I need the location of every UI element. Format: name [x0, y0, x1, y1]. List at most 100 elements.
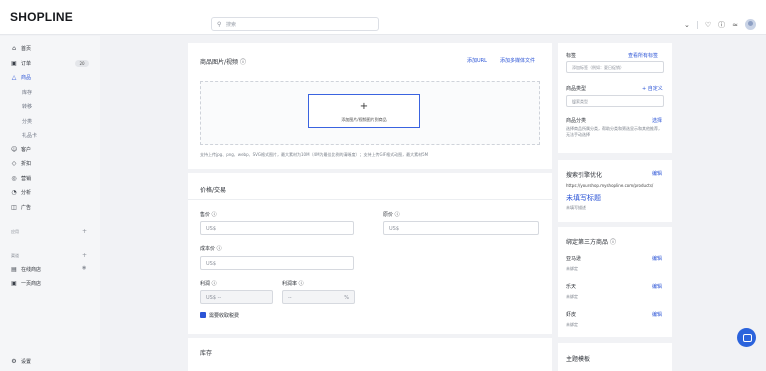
- tags-input[interactable]: 添加标签（例如：夏日促销）: [566, 61, 664, 73]
- third-party-status: 未绑定: [566, 322, 578, 327]
- third-party-name: 乐天: [566, 284, 577, 290]
- add-app-icon[interactable]: +: [82, 228, 87, 235]
- custom-type-link[interactable]: + 自定义: [642, 85, 663, 92]
- store-icon: ▤: [11, 266, 17, 273]
- tax-label: 需要收取税费: [209, 313, 240, 319]
- seo-title: 搜索引擎优化: [566, 172, 603, 179]
- info-icon[interactable]: ⓘ: [299, 281, 304, 287]
- divider: [696, 20, 698, 29]
- chart-icon: ◔: [11, 189, 17, 196]
- select-category-link[interactable]: 选择: [652, 117, 662, 124]
- category-description: 选择商品所属分类，帮助分类和筛选显示和其他推荐，无法手动选择: [566, 126, 662, 137]
- info-icon[interactable]: ⓘ: [212, 281, 217, 287]
- chevron-down-icon[interactable]: ⌄: [684, 21, 690, 29]
- compare-price-input[interactable]: US$: [383, 221, 539, 235]
- page-store-icon: ▣: [11, 280, 17, 287]
- add-multimedia-link[interactable]: 添加多媒体文件: [500, 57, 535, 64]
- home-icon: ⌂: [12, 45, 16, 52]
- profit-input: US$ --: [200, 290, 273, 304]
- orders-badge: 20: [75, 60, 89, 67]
- bell-icon[interactable]: ♡: [705, 21, 711, 29]
- help-icon[interactable]: ⓘ: [718, 20, 725, 30]
- cost-label: 成本价 ⓘ: [200, 246, 222, 252]
- sidebar-item-ads[interactable]: ◫ 广告: [11, 204, 31, 211]
- global-search-input[interactable]: ⚲ 搜索: [211, 17, 379, 31]
- margin-label: 利润率 ⓘ: [282, 281, 304, 287]
- sidebar-item-analytics[interactable]: ◔ 分析: [11, 189, 31, 196]
- third-party-status: 未绑定: [566, 294, 578, 299]
- third-party-name: 虾皮: [566, 312, 577, 318]
- info-icon[interactable]: ⓘ: [217, 246, 222, 252]
- chevron-down-icon: ⌄: [572, 100, 577, 106]
- edit-seo-link[interactable]: 编辑: [652, 170, 662, 177]
- search-icon: ⚲: [217, 21, 222, 28]
- sidebar-item-online-store[interactable]: ▤ 在线商店: [11, 266, 41, 273]
- seo-description: 未填写描述: [566, 205, 586, 210]
- cost-input[interactable]: US$: [200, 256, 354, 270]
- tax-checkbox[interactable]: [200, 312, 206, 318]
- media-title: 商品图片/视频 ⓘ: [200, 59, 246, 66]
- inventory-card: [188, 338, 552, 371]
- eye-icon[interactable]: ◉: [82, 265, 86, 271]
- view-all-tags-link[interactable]: 查看所有标签: [628, 52, 658, 59]
- search-placeholder: 搜索: [226, 22, 237, 28]
- pricing-card: [188, 173, 552, 334]
- product-type-title: 商品类型: [566, 86, 587, 92]
- third-party-status: 未绑定: [566, 266, 578, 271]
- profit-label: 利润 ⓘ: [200, 281, 217, 287]
- sidebar-item-products[interactable]: △ 商品: [11, 74, 31, 81]
- upload-media-button[interactable]: + 添加图片/视频图片到商品: [308, 94, 420, 128]
- price-label: 售价 ⓘ: [200, 212, 217, 218]
- info-icon[interactable]: ⓘ: [240, 59, 246, 66]
- sidebar-item-home[interactable]: ⌂ 首页: [11, 45, 31, 52]
- third-party-title: 绑定第三方商品 ⓘ: [566, 239, 616, 246]
- user-icon: ☺: [11, 146, 18, 153]
- avatar[interactable]: [745, 19, 756, 30]
- top-bar: SHOPLINE ⚲ 搜索 ⌄ ♡ ⓘ ≈: [0, 0, 766, 35]
- tags-title: 标签: [566, 53, 577, 59]
- gear-icon: ⚙: [11, 358, 17, 365]
- compare-price-label: 原价 ⓘ: [383, 212, 400, 218]
- media-hint: 支持上传jpg、png、webp、SVG格式图片，最大素材为10M（4M为最佳比…: [200, 152, 429, 157]
- sidebar-item-page-store[interactable]: ▣ 一页商店: [11, 280, 41, 287]
- sidebar-sub-transfer[interactable]: 转移: [22, 103, 32, 110]
- theme-title: 主题模板: [566, 356, 591, 363]
- tag-icon: ◇: [11, 160, 17, 167]
- pricing-title: 价格/交易: [200, 187, 227, 194]
- price-input[interactable]: US$: [200, 221, 354, 235]
- add-channel-icon[interactable]: +: [82, 252, 87, 259]
- bag-icon: △: [11, 74, 17, 81]
- edit-third-party-link[interactable]: 编辑: [652, 283, 662, 290]
- wifi-icon[interactable]: ≈: [732, 21, 738, 29]
- sidebar-item-marketing[interactable]: ◎ 营销: [11, 175, 31, 182]
- shopline-logo[interactable]: SHOPLINE: [10, 10, 73, 24]
- ad-icon: ◫: [11, 204, 17, 211]
- sidebar-item-discounts[interactable]: ◇ 折扣: [11, 160, 31, 167]
- add-url-link[interactable]: 添加URL: [467, 57, 487, 64]
- order-icon: ▣: [11, 60, 17, 67]
- inventory-title: 库存: [200, 350, 213, 357]
- sidebar-sub-category[interactable]: 分类: [22, 118, 32, 125]
- sidebar-item-customers[interactable]: ☺ 客户: [11, 146, 31, 153]
- margin-input: --%: [282, 290, 355, 304]
- sidebar-sub-inventory[interactable]: 库存: [22, 89, 32, 96]
- info-icon[interactable]: ⓘ: [212, 212, 217, 218]
- info-icon[interactable]: ⓘ: [395, 212, 400, 218]
- sidebar-item-settings[interactable]: ⚙ 设置: [11, 358, 31, 365]
- chat-button[interactable]: [737, 328, 756, 347]
- edit-third-party-link[interactable]: 编辑: [652, 311, 662, 318]
- category-title: 商品分类: [566, 118, 587, 124]
- target-icon: ◎: [11, 175, 17, 182]
- seo-url: https://yourshop.myshopline.com/products…: [566, 183, 654, 188]
- sidebar-section-apps[interactable]: 应用: [11, 229, 19, 235]
- product-type-select[interactable]: 搜索类型 ⌄: [566, 95, 664, 107]
- plus-icon: +: [359, 101, 369, 112]
- seo-headline: 未填写标题: [566, 194, 601, 202]
- sidebar-sub-giftcard[interactable]: 礼品卡: [22, 132, 37, 139]
- info-icon[interactable]: ⓘ: [610, 239, 616, 246]
- sidebar-section-channels[interactable]: 渠道: [11, 253, 19, 259]
- edit-third-party-link[interactable]: 编辑: [652, 255, 662, 262]
- sidebar-item-orders[interactable]: ▣ 订单: [11, 60, 31, 67]
- divider: [188, 199, 552, 200]
- top-actions: ⌄ ♡ ⓘ ≈: [684, 19, 756, 30]
